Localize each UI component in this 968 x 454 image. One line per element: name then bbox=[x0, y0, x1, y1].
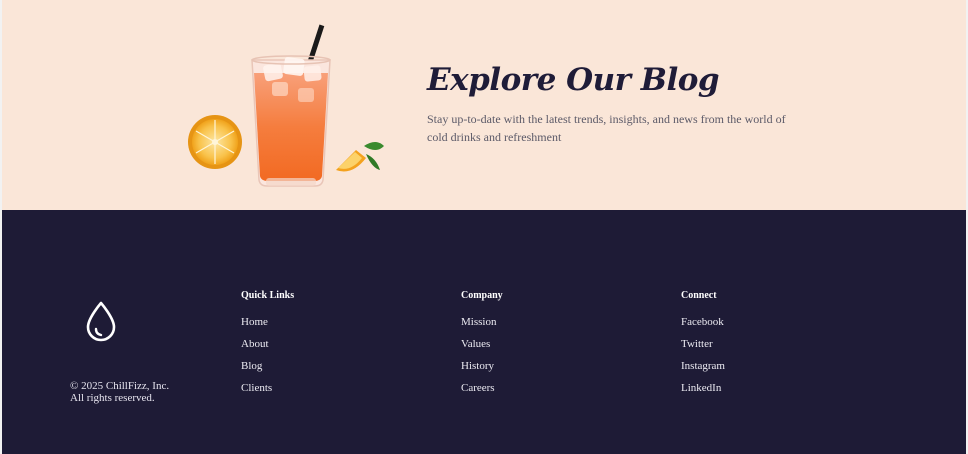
page-title: Explore Our Blog bbox=[427, 62, 720, 98]
blog-hero: Explore Our Blog Stay up-to-date with th… bbox=[0, 0, 968, 210]
company-list: Mission Values History Careers bbox=[461, 310, 503, 398]
copyright: © 2025 ChillFizz, Inc. All rights reserv… bbox=[70, 380, 169, 404]
footer-link-values[interactable]: Values bbox=[461, 338, 490, 350]
footer-link-history[interactable]: History bbox=[461, 360, 494, 372]
footer-link-instagram[interactable]: Instagram bbox=[681, 360, 725, 372]
footer-link-clients[interactable]: Clients bbox=[241, 382, 272, 394]
page: Explore Our Blog Stay up-to-date with th… bbox=[0, 0, 968, 454]
footer-link-twitter[interactable]: Twitter bbox=[681, 338, 713, 350]
footer-link-facebook[interactable]: Facebook bbox=[681, 316, 724, 328]
connect-column: Connect Facebook Twitter Instagram Linke… bbox=[681, 290, 725, 398]
copyright-line-2: All rights reserved. bbox=[70, 392, 155, 404]
copyright-line-1: © 2025 ChillFizz, Inc. bbox=[70, 380, 170, 392]
footer-link-mission[interactable]: Mission bbox=[461, 316, 496, 328]
connect-heading: Connect bbox=[681, 290, 717, 301]
droplet-icon bbox=[86, 301, 116, 342]
left-border bbox=[0, 0, 2, 454]
footer-link-blog[interactable]: Blog bbox=[241, 360, 262, 372]
footer-link-careers[interactable]: Careers bbox=[461, 382, 495, 394]
footer-link-home[interactable]: Home bbox=[241, 316, 268, 328]
quick-links-list: Home About Blog Clients bbox=[241, 310, 294, 398]
footer-link-about[interactable]: About bbox=[241, 338, 269, 350]
footer-link-linkedin[interactable]: LinkedIn bbox=[681, 382, 721, 394]
company-heading: Company bbox=[461, 290, 503, 301]
orange-drink-illustration bbox=[188, 24, 384, 187]
site-footer: © 2025 ChillFizz, Inc. All rights reserv… bbox=[0, 210, 968, 454]
quick-links-column: Quick Links Home About Blog Clients bbox=[241, 290, 294, 398]
company-column: Company Mission Values History Careers bbox=[461, 290, 503, 398]
quick-links-heading: Quick Links bbox=[241, 290, 295, 301]
hero-description: Stay up-to-date with the latest trends, … bbox=[427, 112, 786, 144]
connect-list: Facebook Twitter Instagram LinkedIn bbox=[681, 310, 725, 398]
